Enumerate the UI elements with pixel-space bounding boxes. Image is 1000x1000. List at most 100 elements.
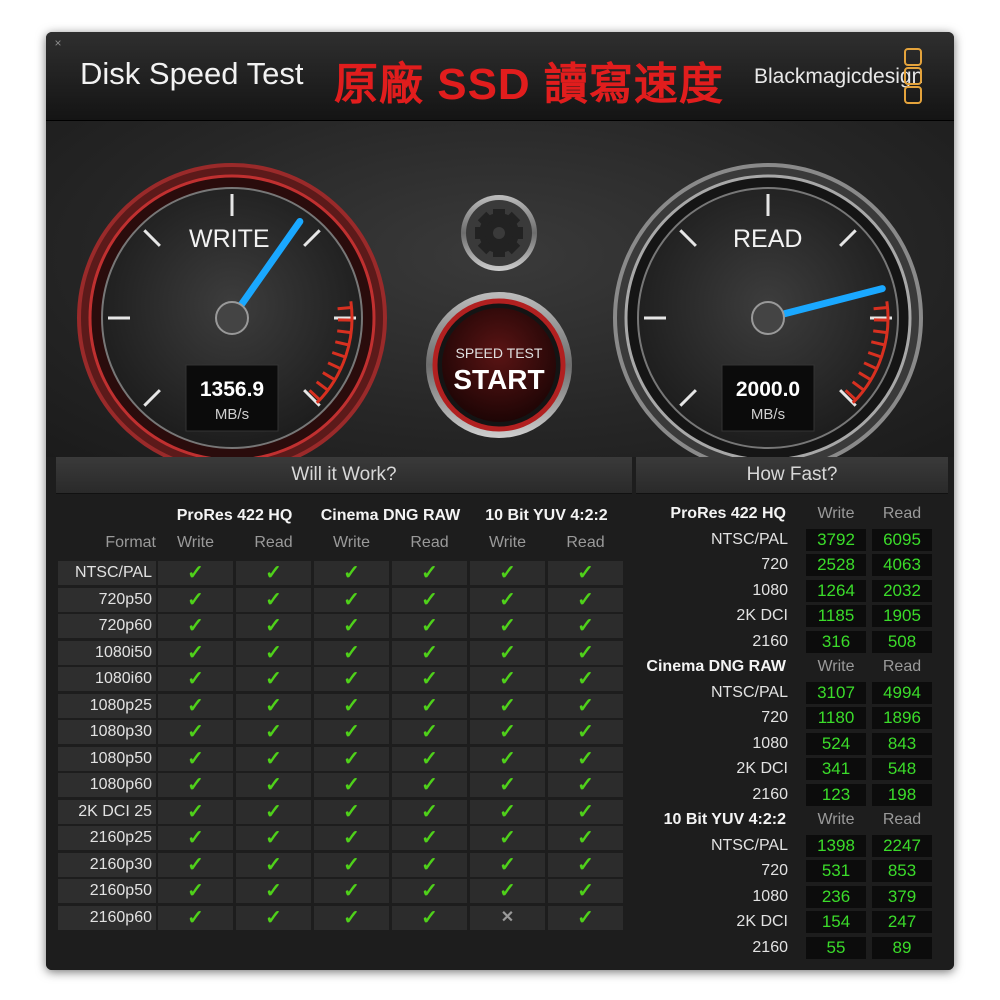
check-icon: ✓ — [314, 693, 389, 718]
check-icon: ✓ — [548, 587, 623, 612]
check-icon: ✓ — [470, 852, 545, 877]
how-fast-row-label: 2160 — [752, 938, 788, 956]
how-fast-row-label: 2160 — [752, 785, 788, 803]
check-icon: ✓ — [314, 720, 389, 744]
check-icon: ✓ — [236, 879, 311, 903]
close-icon[interactable]: × — [52, 37, 64, 49]
how-fast-row-label: 1080 — [752, 734, 788, 752]
how-fast-write-value: 55 — [806, 936, 866, 959]
how-fast-group-header: Cinema DNG RAW — [646, 658, 786, 675]
how-fast-row-label: 2160 — [752, 632, 788, 650]
how-fast-read-value: 4994 — [872, 681, 932, 704]
check-icon: ✓ — [548, 640, 623, 665]
check-icon: ✓ — [314, 879, 389, 903]
check-icon: ✓ — [392, 614, 467, 638]
how-fast-row-label: NTSC/PAL — [710, 683, 788, 701]
check-icon: ✓ — [392, 720, 467, 744]
check-icon: ✓ — [236, 667, 311, 691]
format-group-header: Cinema DNG RAW — [320, 507, 461, 524]
check-icon: ✓ — [158, 826, 233, 850]
how-fast-row-label: NTSC/PAL — [710, 836, 788, 854]
check-icon: ✓ — [158, 852, 233, 877]
check-icon: ✓ — [158, 799, 233, 824]
how-fast-read-value: 247 — [872, 911, 932, 933]
check-icon: ✓ — [392, 799, 467, 824]
check-icon: ✓ — [392, 693, 467, 718]
check-icon: ✓ — [470, 799, 545, 824]
overlay-caption: 原廠 SSD 讀寫速度 — [334, 60, 724, 109]
check-icon: ✓ — [314, 587, 389, 612]
format-row-label: 2160p60 — [58, 905, 156, 930]
how-fast-write-value: 531 — [806, 860, 866, 882]
check-icon: ✓ — [392, 905, 467, 930]
check-icon: ✓ — [392, 852, 467, 877]
check-icon: ✓ — [548, 773, 623, 797]
check-icon: ✓ — [314, 746, 389, 771]
format-group-header: ProRes 422 HQ — [176, 507, 293, 524]
read-speed-unit: MB/s — [751, 406, 785, 423]
check-icon: ✓ — [548, 667, 623, 691]
format-row-label: 2K DCI 25 — [58, 799, 156, 824]
how-fast-write-value: 524 — [806, 732, 866, 755]
write-speed-unit: MB/s — [215, 406, 249, 423]
how-fast-read-value: 2247 — [872, 834, 932, 857]
check-icon: ✓ — [548, 693, 623, 718]
check-icon: ✓ — [548, 561, 623, 585]
check-icon: ✓ — [314, 826, 389, 850]
start-button[interactable]: SPEED TEST START — [426, 292, 572, 438]
format-row-label: 2160p25 — [58, 826, 156, 850]
check-icon: ✓ — [236, 587, 311, 612]
app-title: Disk Speed Test — [80, 56, 304, 91]
format-row-label: 1080p25 — [58, 693, 156, 718]
how-fast-row-label: 720 — [761, 862, 788, 879]
check-icon: ✓ — [158, 561, 233, 585]
how-fast-row-label: 2K DCI — [736, 607, 788, 624]
check-icon: ✓ — [158, 667, 233, 691]
write-gauge: WRITE 1356.9 MB/s — [77, 163, 387, 473]
check-icon: ✓ — [392, 561, 467, 585]
how-fast-write-value: 154 — [806, 911, 866, 933]
app-window: × Disk Speed Test 原廠 SSD 讀寫速度 Blackmagic… — [46, 32, 954, 970]
check-icon: ✓ — [158, 905, 233, 930]
gauge-panel: WRITE 1356.9 MB/s READ 2000.0 MB/s SPEED… — [46, 121, 954, 473]
how-fast-write-value: 316 — [806, 630, 866, 653]
check-icon: ✓ — [392, 773, 467, 797]
how-fast-write-value: 236 — [806, 885, 866, 908]
write-read-column-header: Read — [566, 534, 605, 551]
redline-tick — [873, 306, 888, 311]
check-icon: ✓ — [314, 640, 389, 665]
check-icon: ✓ — [236, 773, 311, 797]
check-icon: ✓ — [548, 879, 623, 903]
how-fast-row-label: 720 — [761, 556, 788, 573]
how-fast-row-label: NTSC/PAL — [710, 530, 788, 548]
results-panel: Will it Work? How Fast? ProRes 422 HQ Cin… — [46, 457, 954, 970]
title-bar: × Disk Speed Test 原廠 SSD 讀寫速度 Blackmagic… — [46, 32, 954, 121]
gear-icon[interactable] — [461, 195, 537, 271]
format-row-label: 1080p30 — [58, 720, 156, 744]
check-icon: ✓ — [314, 905, 389, 930]
format-row-label: 1080p50 — [58, 746, 156, 771]
how-fast-write-value: 123 — [806, 783, 866, 806]
write-gauge-label: WRITE — [189, 225, 270, 253]
how-fast-row-label: 720 — [761, 709, 788, 726]
check-icon: ✓ — [548, 905, 623, 930]
how-fast-write-header: Write — [817, 658, 855, 675]
check-icon: ✓ — [236, 640, 311, 665]
check-icon: ✓ — [392, 667, 467, 691]
how-fast-read-value: 4063 — [872, 554, 932, 576]
check-icon: ✓ — [548, 720, 623, 744]
check-icon: ✓ — [548, 614, 623, 638]
format-column-header: Format — [105, 534, 156, 551]
check-icon: ✓ — [548, 826, 623, 850]
read-gauge: READ 2000.0 MB/s — [613, 163, 923, 473]
check-icon: ✓ — [158, 640, 233, 665]
how-fast-read-value: 379 — [872, 885, 932, 908]
format-row-label: 1080i60 — [58, 667, 156, 691]
how-fast-read-header: Read — [882, 811, 922, 828]
write-read-column-header: Write — [488, 534, 527, 551]
check-icon: ✓ — [236, 614, 311, 638]
check-icon: ✓ — [470, 640, 545, 665]
check-icon: ✓ — [392, 879, 467, 903]
check-icon: ✓ — [314, 614, 389, 638]
how-fast-write-value: 1398 — [806, 834, 866, 857]
